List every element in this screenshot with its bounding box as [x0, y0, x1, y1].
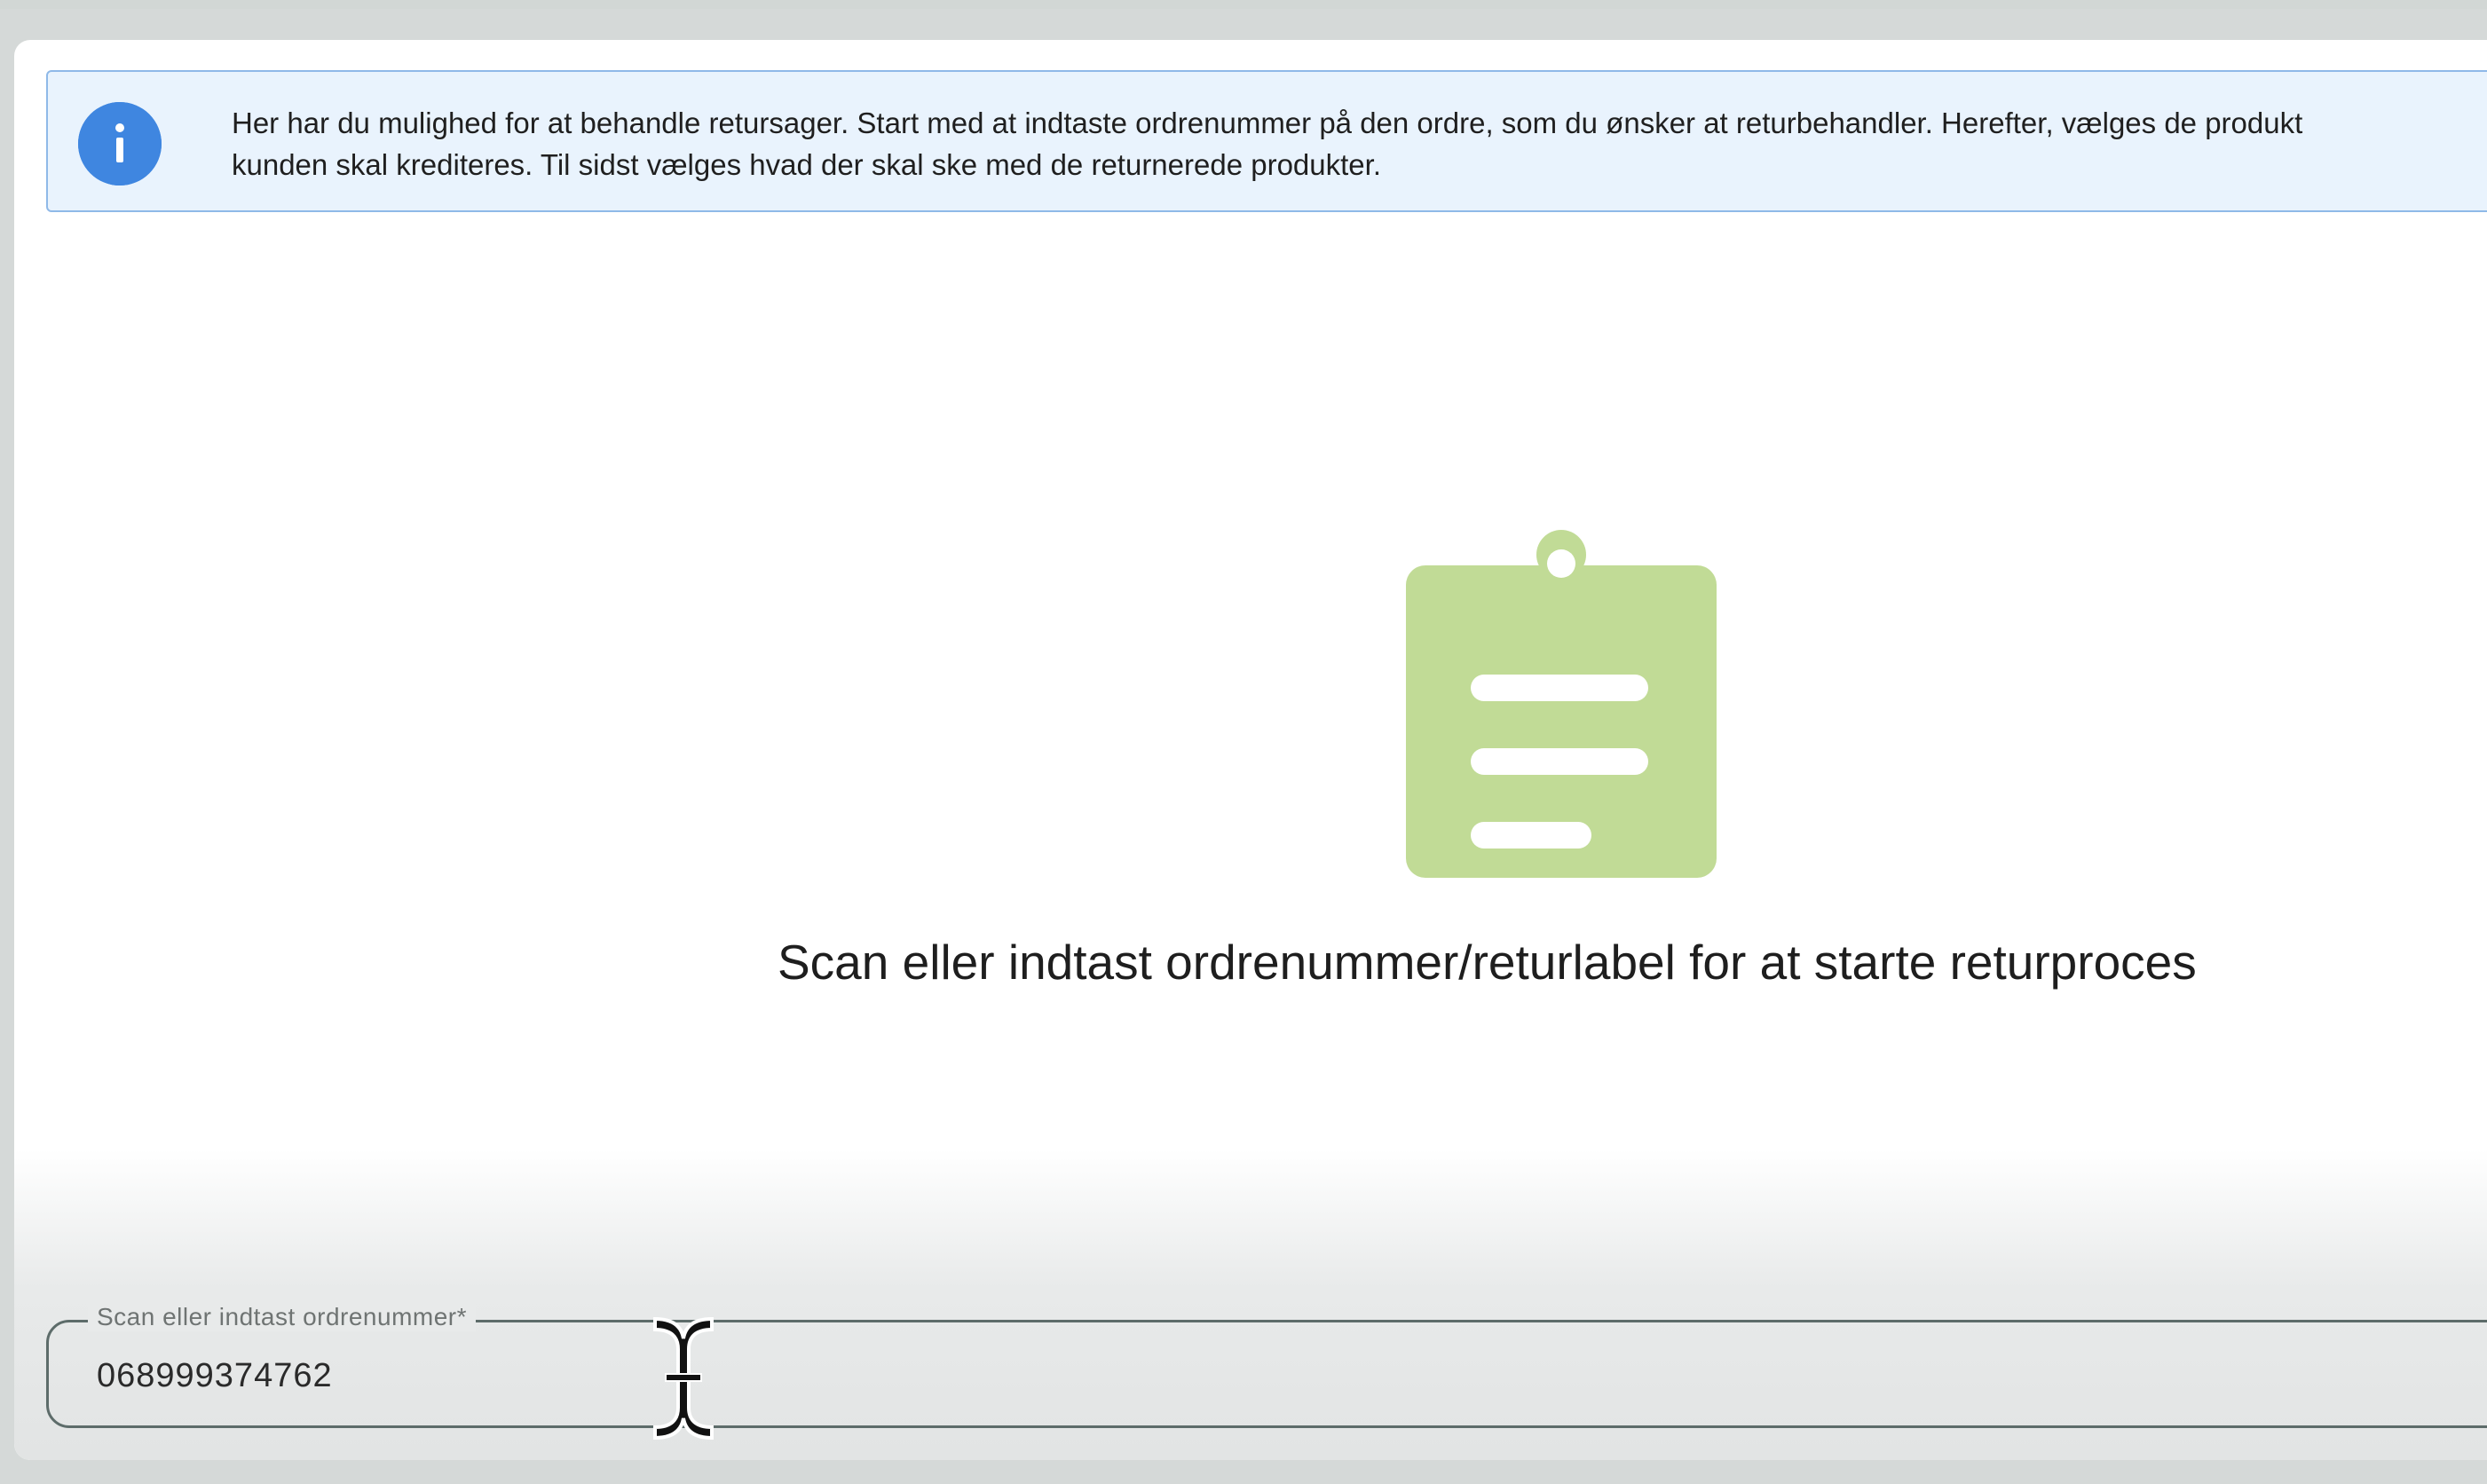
returns-panel: Her har du mulighed for at behandle retu…	[14, 40, 2487, 1460]
empty-state-message: Scan eller indtast ordrenummer/returlabe…	[778, 935, 2197, 990]
info-icon	[78, 102, 162, 186]
info-text-line-2: kunden skal krediteres. Til sidst vælges…	[232, 148, 1381, 181]
info-banner: Her har du mulighed for at behandle retu…	[46, 70, 2487, 212]
text-cursor-icon	[639, 1312, 728, 1445]
clipboard-icon	[1401, 528, 1721, 883]
order-number-field[interactable]: Scan eller indtast ordrenummer*	[46, 1303, 2487, 1428]
order-number-label: Scan eller indtast ordrenummer*	[88, 1303, 477, 1331]
info-text-line-1: Her har du mulighed for at behandle retu…	[232, 107, 2303, 139]
order-number-input[interactable]	[97, 1349, 1162, 1402]
window-top-strip	[0, 0, 2487, 9]
info-text: Her har du mulighed for at behandle retu…	[232, 102, 2487, 186]
